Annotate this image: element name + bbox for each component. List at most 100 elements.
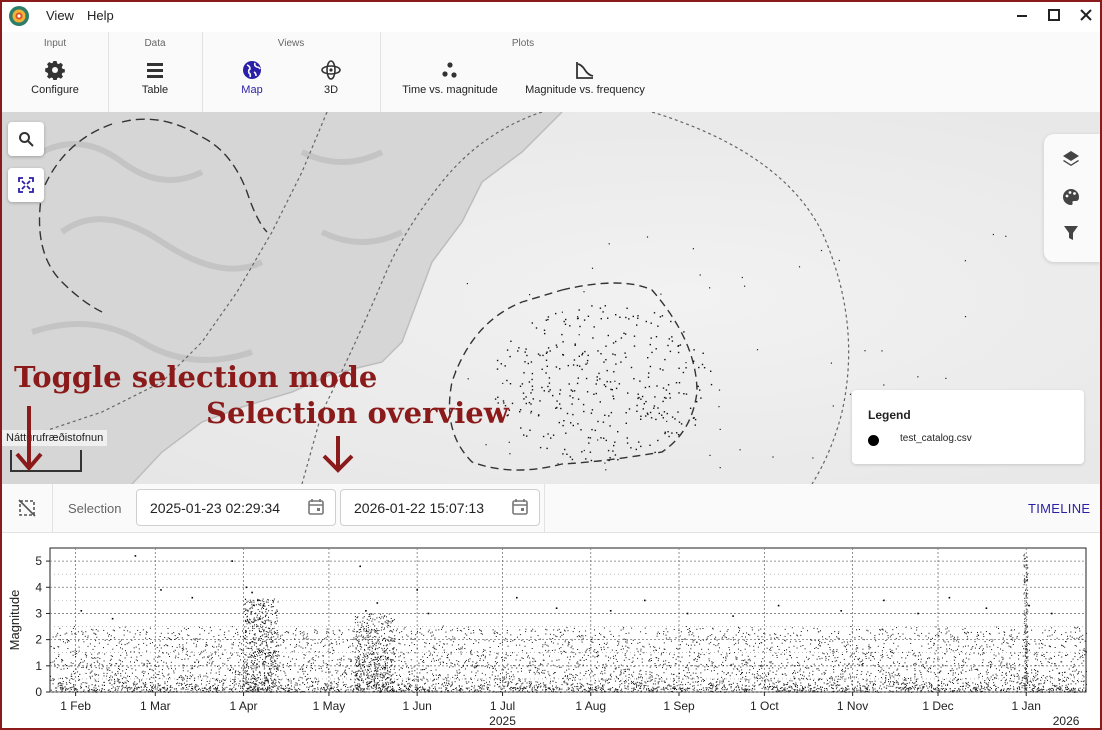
event-point — [462, 689, 464, 691]
event-point — [906, 687, 908, 689]
event-point — [877, 670, 879, 671]
event-point — [717, 678, 718, 680]
time-vs-magnitude-button[interactable]: Time vs. magnitude — [394, 60, 506, 96]
event-point — [703, 639, 704, 641]
filter-button[interactable] — [1058, 220, 1084, 246]
event-point — [814, 640, 816, 642]
event-point — [92, 689, 94, 691]
map-view-button[interactable]: Map — [227, 60, 277, 96]
event-point — [663, 631, 665, 632]
map-view[interactable]: Legend test_catalog.csv Náttúrufræðistof… — [2, 112, 1100, 484]
epicenter-dot — [595, 392, 597, 395]
map-search-button[interactable] — [8, 122, 44, 156]
event-point — [575, 666, 577, 668]
event-point — [196, 638, 198, 640]
event-point — [502, 685, 504, 687]
event-point — [293, 650, 295, 652]
event-point — [813, 690, 815, 692]
event-point — [866, 679, 868, 681]
event-point — [416, 689, 418, 691]
event-point — [73, 686, 75, 688]
timeline-button[interactable]: TIMELINE — [1028, 501, 1090, 516]
event-point — [615, 680, 617, 682]
event-point — [499, 685, 501, 687]
layers-button[interactable] — [1058, 146, 1084, 172]
event-point — [288, 690, 290, 692]
ribbon-group-views: Views Map 3D — [202, 32, 381, 112]
event-point — [959, 686, 961, 687]
event-point — [277, 634, 279, 636]
event-point — [818, 631, 820, 633]
event-point — [376, 682, 378, 684]
event-point — [944, 688, 946, 690]
event-point — [672, 687, 673, 689]
event-point — [448, 690, 449, 692]
event-point — [209, 687, 211, 689]
table-button[interactable]: Table — [130, 60, 180, 96]
maximize-button[interactable] — [1044, 8, 1064, 26]
close-button[interactable] — [1076, 8, 1096, 26]
event-point — [631, 682, 633, 684]
event-point — [950, 634, 952, 636]
selection-start-field[interactable]: 2025-01-23 02:29:34 — [136, 489, 336, 526]
event-point — [234, 689, 236, 691]
minimize-button[interactable] — [1012, 4, 1032, 23]
event-point — [288, 632, 290, 634]
calendar-icon[interactable] — [307, 498, 325, 516]
event-point — [312, 657, 314, 659]
magnitude-vs-frequency-button[interactable]: Magnitude vs. frequency — [520, 60, 650, 96]
event-point — [246, 662, 248, 664]
event-point — [424, 646, 426, 648]
event-point — [980, 672, 981, 674]
selection-end-field[interactable]: 2026-01-22 15:07:13 — [340, 489, 540, 526]
event-point — [547, 651, 549, 653]
event-point — [120, 675, 122, 677]
epicenter-dot — [572, 364, 575, 366]
calendar-icon[interactable] — [511, 498, 529, 516]
event-point — [124, 626, 126, 628]
event-point — [698, 654, 700, 656]
minimize-icon — [1017, 15, 1027, 17]
event-point — [1027, 643, 1029, 644]
time-magnitude-plot[interactable]: 0123451 Feb 1 Mar 1 Apr 1 May 1 Jun 1 Jul 1 Au… — [2, 532, 1100, 728]
event-point — [591, 689, 593, 691]
event-point — [581, 639, 583, 641]
event-point — [434, 690, 436, 692]
menu-view[interactable]: View — [46, 8, 74, 23]
epicenter-dot — [562, 453, 564, 455]
event-point — [1064, 671, 1066, 673]
event-point — [511, 667, 513, 669]
map-fit-extent-button[interactable] — [8, 168, 44, 202]
event-point — [164, 686, 166, 688]
menu-help[interactable]: Help — [87, 8, 114, 23]
event-point — [702, 679, 704, 680]
event-point — [470, 651, 472, 653]
event-point — [776, 686, 777, 688]
epicenter-dot — [518, 347, 520, 349]
event-point — [171, 633, 173, 635]
event-point — [117, 668, 119, 669]
event-point — [114, 679, 115, 681]
event-point — [781, 690, 783, 692]
toggle-selection-mode-button[interactable] — [2, 484, 53, 532]
event-point — [852, 689, 854, 691]
event-point — [1001, 672, 1003, 673]
event-point — [789, 641, 791, 643]
event-point — [595, 689, 597, 690]
event-point — [279, 662, 281, 664]
epicenter-dot — [667, 344, 669, 347]
configure-button[interactable]: Configure — [20, 60, 90, 96]
event-point — [109, 663, 111, 665]
event-point — [109, 670, 111, 671]
event-point — [769, 670, 771, 672]
event-point — [618, 666, 620, 668]
event-point — [887, 637, 889, 639]
event-point — [322, 660, 324, 662]
3d-view-button[interactable]: 3D — [306, 60, 356, 96]
epicenter-dot — [654, 396, 656, 398]
event-point — [775, 690, 777, 692]
style-button[interactable] — [1058, 184, 1084, 210]
event-point — [458, 685, 460, 687]
event-point — [584, 651, 586, 653]
event-point — [424, 642, 426, 644]
